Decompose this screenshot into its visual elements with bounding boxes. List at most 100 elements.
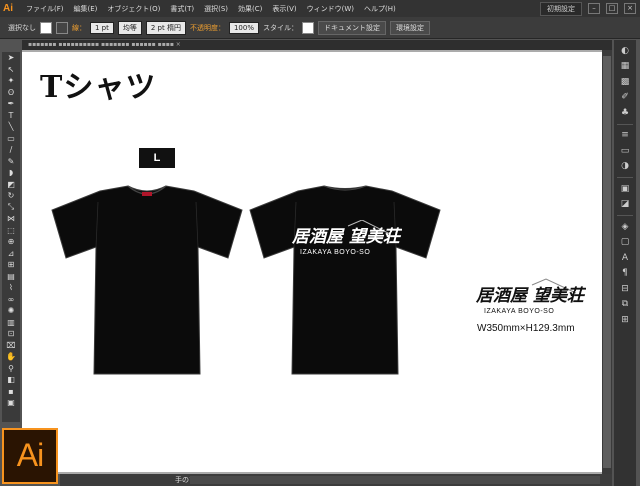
panel-divider (617, 123, 633, 125)
selection-tool-icon[interactable]: ➤ (4, 52, 18, 64)
stroke-weight-field[interactable]: 1 pt (90, 21, 114, 34)
graph-tool-icon[interactable]: ▥ (4, 317, 18, 329)
menu-view[interactable]: 表示(V) (267, 4, 301, 14)
color-mode-icon[interactable]: ▪ (4, 386, 18, 398)
back-print-logo-main: 居酒屋 望美荘 (291, 227, 402, 247)
back-print-logo-sub: IZAKAYA BOYO-SO (300, 249, 370, 256)
free-transform-tool-icon[interactable]: ⬚ (4, 225, 18, 237)
logo-dimensions: W350mm×H129.3mm (477, 323, 575, 334)
document-tab-bar: ▪▪▪▪▪▪▪ ▪▪▪▪▪▪▪▪▪▪ ▪▪▪▪▪▪▪ ▪▪▪▪▪▪ ▪▪▪▪ × (22, 40, 612, 50)
lasso-tool-icon[interactable]: ʘ (4, 87, 18, 99)
logo-preview-main: 居酒屋 望美荘 (475, 286, 586, 306)
swatches-panel-icon[interactable]: ▩ (617, 75, 633, 88)
menu-help[interactable]: ヘルプ(H) (359, 4, 401, 14)
menu-window[interactable]: ウィンドウ(W) (302, 4, 359, 14)
document-setup-button[interactable]: ドキュメント設定 (317, 20, 386, 35)
canvas[interactable]: Tシャツ L 居酒屋 望美荘 IZAKAYA BOYO-SO 居酒屋 望美荘 I… (22, 50, 612, 474)
menu-bar: Ai ファイル(F) 編集(E) オブジェクト(O) 書式(T) 選択(S) 効… (0, 0, 640, 17)
transform-panel-icon[interactable]: ⊞ (617, 313, 633, 326)
color-guide-icon[interactable]: ▦ (617, 60, 633, 73)
symbol-sprayer-tool-icon[interactable]: ✺ (4, 305, 18, 317)
maximize-icon[interactable]: □ (606, 3, 618, 14)
close-icon[interactable]: × (624, 3, 636, 14)
character-panel-icon[interactable]: A (617, 251, 633, 264)
eraser-tool-icon[interactable]: ◩ (4, 179, 18, 191)
style-swatch[interactable] (301, 21, 314, 34)
stroke-panel-icon[interactable]: ≡ (617, 129, 633, 142)
menu-file[interactable]: ファイル(F) (21, 4, 69, 14)
pen-tool-icon[interactable]: ✒ (4, 98, 18, 110)
scale-tool-icon[interactable]: ⤡ (4, 202, 18, 214)
mesh-tool-icon[interactable]: ⊞ (4, 259, 18, 271)
control-bar: 選択なし 線： 1 pt 均等 2 pt 楕円 不透明度： 100% スタイル：… (0, 17, 640, 39)
horizontal-scrollbar[interactable] (190, 476, 600, 484)
fill-swatch[interactable] (40, 21, 52, 34)
blend-tool-icon[interactable]: ∞ (4, 294, 18, 306)
opacity-field[interactable]: 100% (228, 21, 259, 34)
menu-edit[interactable]: 編集(E) (69, 4, 103, 14)
menu-effect[interactable]: 効果(C) (233, 4, 267, 14)
shape-builder-tool-icon[interactable]: ⊕ (4, 236, 18, 248)
hand-tool-icon[interactable]: ✋ (4, 351, 18, 363)
fill-stroke-icon[interactable]: ◧ (4, 374, 18, 386)
layers-panel-icon[interactable]: ◈ (617, 220, 633, 233)
artboard-tool-icon[interactable]: ⊡ (4, 328, 18, 340)
menu-object[interactable]: オブジェクト(O) (102, 4, 165, 14)
slice-tool-icon[interactable]: ⌧ (4, 340, 18, 352)
brushes-panel-icon[interactable]: ✐ (617, 91, 633, 104)
paragraph-panel-icon[interactable]: ¶ (617, 267, 633, 280)
color-panel-icon[interactable]: ◐ (617, 44, 633, 57)
stroke-profile-select[interactable]: 均等 (117, 20, 142, 35)
panel-divider (617, 215, 633, 216)
tshirt-back (249, 185, 441, 375)
transparency-panel-icon[interactable]: ◑ (617, 160, 633, 173)
preferences-button[interactable]: 環境設定 (389, 20, 430, 35)
artboard[interactable]: Tシャツ L 居酒屋 望美荘 IZAKAYA BOYO-SO 居酒屋 望美荘 I… (22, 52, 610, 472)
logo-preview-sub: IZAKAYA BOYO-SO (484, 308, 554, 315)
artboard-title: Tシャツ (40, 70, 157, 105)
opacity-label: 不透明度： (189, 23, 225, 32)
eyedropper-tool-icon[interactable]: ⌇ (4, 282, 18, 294)
vertical-scroll-thumb[interactable] (603, 56, 611, 468)
artboards-panel-icon[interactable]: ▢ (617, 236, 633, 249)
symbols-panel-icon[interactable]: ♣ (617, 106, 633, 119)
logo-preview: 居酒屋 望美荘 IZAKAYA BOYO-SO (475, 278, 586, 315)
gradient-panel-icon[interactable]: ▭ (617, 144, 633, 157)
paintbrush-tool-icon[interactable]: ∕ (4, 144, 18, 156)
appearance-panel-icon[interactable]: ▣ (617, 182, 633, 195)
rotate-tool-icon[interactable]: ↻ (4, 190, 18, 202)
width-tool-icon[interactable]: ⋈ (4, 213, 18, 225)
align-panel-icon[interactable]: ⊟ (617, 282, 633, 295)
gradient-tool-icon[interactable]: ▤ (4, 271, 18, 283)
menu-select[interactable]: 選択(S) (199, 4, 233, 14)
graphic-styles-panel-icon[interactable]: ◪ (617, 198, 633, 211)
style-label: スタイル： (262, 23, 298, 32)
minimize-icon[interactable]: – (588, 3, 600, 14)
brush-select[interactable]: 2 pt 楕円 (145, 20, 186, 35)
zoom-tool-icon[interactable]: ⚲ (4, 363, 18, 375)
app-logo-small: Ai (3, 3, 13, 14)
selection-status: 選択なし (8, 23, 36, 32)
perspective-grid-tool-icon[interactable]: ⊿ (4, 248, 18, 260)
document-tab[interactable]: ▪▪▪▪▪▪▪ ▪▪▪▪▪▪▪▪▪▪ ▪▪▪▪▪▪▪ ▪▪▪▪▪▪ ▪▪▪▪ × (28, 41, 181, 48)
screen-mode-icon[interactable]: ▣ (4, 397, 18, 409)
panel-dock: ◐ ▦ ▩ ✐ ♣ ≡ ▭ ◑ ▣ ◪ ◈ ▢ A ¶ ⊟ ⧉ ⊞ (614, 40, 636, 486)
magic-wand-tool-icon[interactable]: ✦ (4, 75, 18, 87)
pathfinder-panel-icon[interactable]: ⧉ (617, 298, 633, 311)
back-print-logo: 居酒屋 望美荘 IZAKAYA BOYO-SO (291, 220, 402, 256)
vertical-scrollbar[interactable] (602, 50, 612, 474)
stroke-swatch[interactable] (56, 21, 68, 34)
tshirt-front (51, 185, 243, 375)
menu-type[interactable]: 書式(T) (165, 4, 199, 14)
rectangle-tool-icon[interactable]: ▭ (4, 133, 18, 145)
pencil-tool-icon[interactable]: ✎ (4, 156, 18, 168)
direct-selection-tool-icon[interactable]: ↖ (4, 64, 18, 76)
stroke-label: 線： (72, 23, 86, 32)
line-tool-icon[interactable]: ╲ (4, 121, 18, 133)
illustrator-logo: Ai (2, 428, 58, 484)
workspace-switcher[interactable]: 初期設定 (540, 1, 582, 16)
type-tool-icon[interactable]: T (4, 110, 18, 122)
size-badge: L (139, 148, 175, 168)
blob-brush-tool-icon[interactable]: ◗ (4, 167, 18, 179)
tools-panel: ➤ ↖ ✦ ʘ ✒ T ╲ ▭ ∕ ✎ ◗ ◩ ↻ ⤡ ⋈ ⬚ ⊕ ⊿ ⊞ ▤ … (2, 52, 20, 422)
